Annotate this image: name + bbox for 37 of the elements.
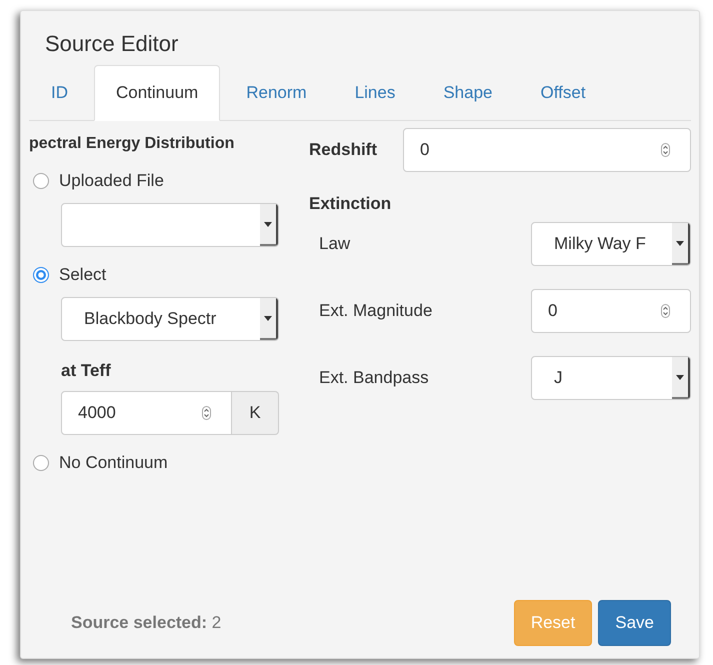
field-label: at Teff xyxy=(61,361,112,381)
radio-button[interactable] xyxy=(33,173,49,189)
tab[interactable]: Lines xyxy=(332,65,418,121)
dropdown[interactable]: Milky Way F xyxy=(531,222,691,266)
caret-icon xyxy=(264,316,272,320)
tab[interactable]: Continuum xyxy=(94,65,220,121)
tab[interactable]: ID xyxy=(29,65,90,121)
tab[interactable]: Shape xyxy=(421,65,514,121)
field-label: Redshift xyxy=(309,140,377,160)
section-heading: pectral Energy Distribution xyxy=(29,135,236,153)
field-label: Law xyxy=(318,234,352,254)
radio-label: No Continuum xyxy=(59,453,168,473)
status-text: Source selected: 2 xyxy=(71,613,222,633)
number-field[interactable]: 4000 xyxy=(61,391,232,435)
radio-button[interactable] xyxy=(33,455,49,471)
window-title: Source Editor xyxy=(44,31,180,57)
number-field[interactable]: 0 xyxy=(531,289,691,333)
caret-icon xyxy=(676,374,684,380)
unit-label: K xyxy=(232,391,279,435)
save-button[interactable]: Save xyxy=(598,600,671,646)
radio-label: Select xyxy=(59,265,106,285)
radio-label: Uploaded File xyxy=(59,171,164,191)
section-heading: Extinction xyxy=(309,194,392,214)
dropdown[interactable]: J xyxy=(531,356,691,400)
spinner-icon xyxy=(202,406,211,420)
caret-icon xyxy=(676,240,684,246)
tab[interactable]: Offset xyxy=(518,65,608,121)
dropdown[interactable]: Blackbody Spectr xyxy=(61,297,279,341)
spinner-icon xyxy=(661,304,670,318)
spinner-icon xyxy=(661,143,670,157)
dropdown[interactable] xyxy=(61,203,279,247)
field-label: Ext. Magnitude xyxy=(318,301,434,321)
radio-button[interactable] xyxy=(33,267,49,283)
caret-icon xyxy=(264,222,272,226)
tab[interactable]: Renorm xyxy=(224,65,329,121)
number-field[interactable]: 0 xyxy=(403,128,691,172)
field-label: Ext. Bandpass xyxy=(318,368,430,388)
